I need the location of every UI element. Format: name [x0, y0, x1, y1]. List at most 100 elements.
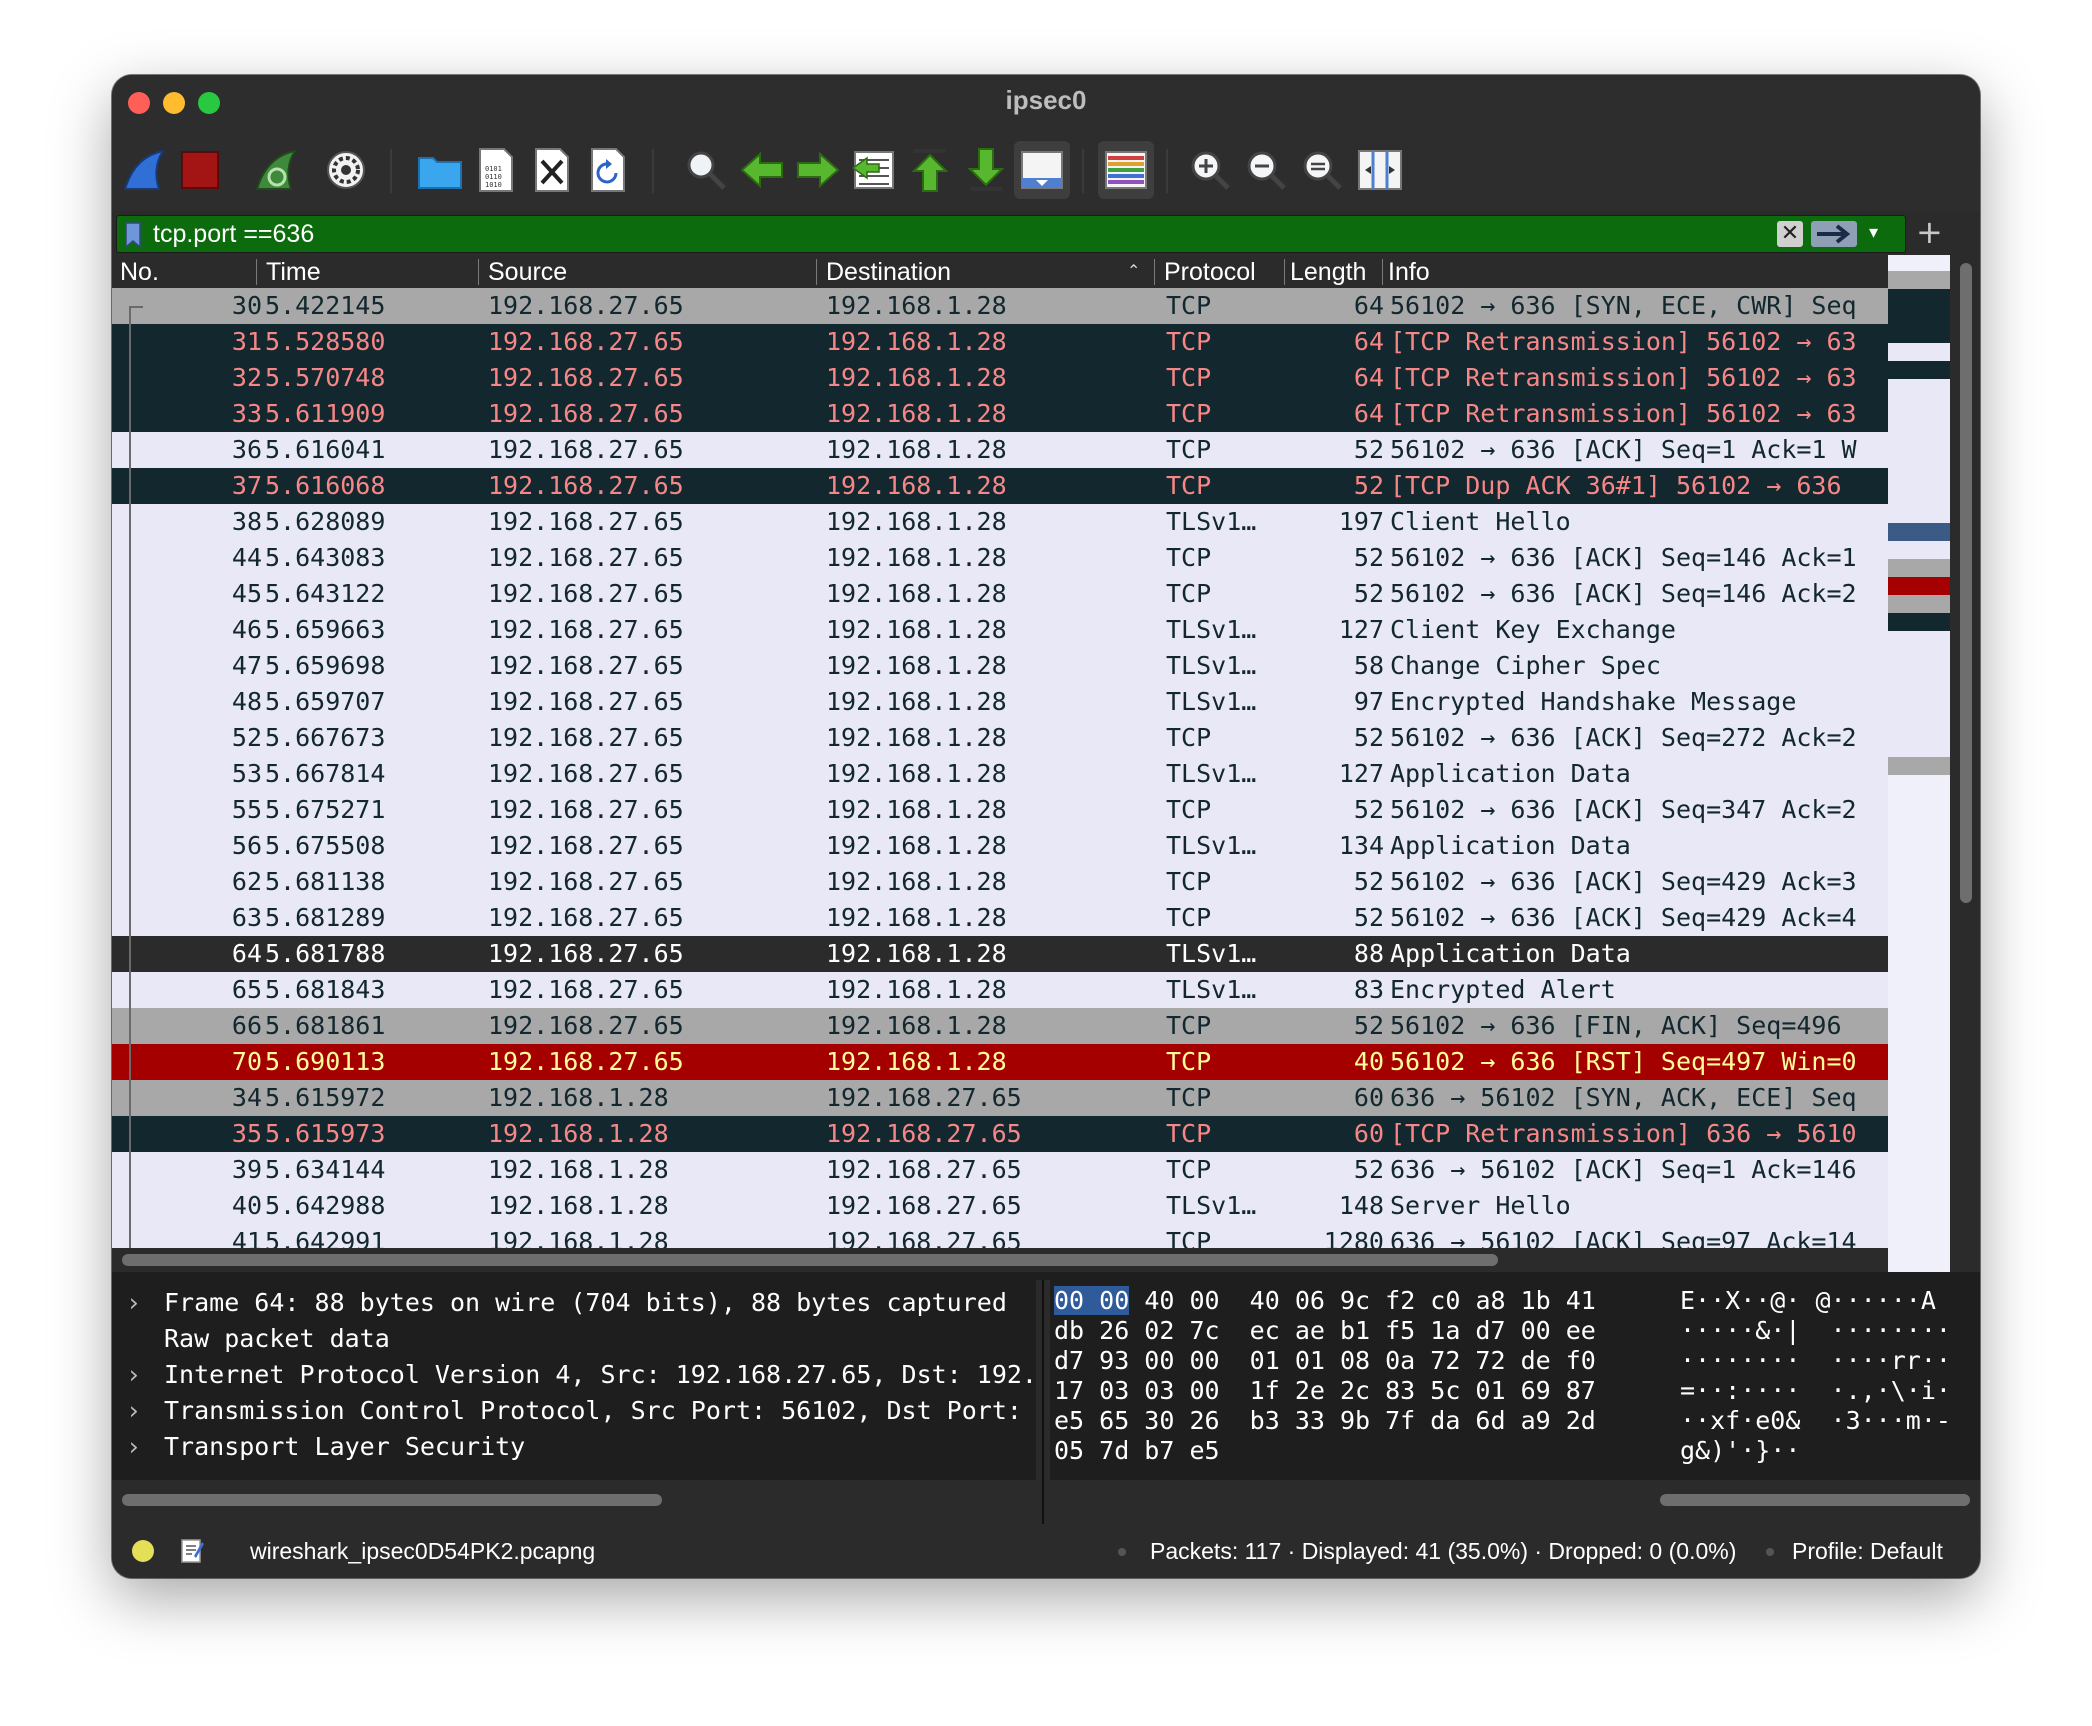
minimap-segment	[1888, 631, 1950, 757]
packet-cell-proto: TCP	[1166, 1011, 1212, 1040]
packet-cell-src: 192.168.27.65	[488, 615, 684, 644]
packet-row[interactable]: 62 5.681138 192.168.27.65 192.168.1.28 TCP 52…	[112, 864, 1888, 900]
details-bytes-splitter[interactable]	[1036, 1280, 1050, 1524]
column-source[interactable]: Source	[488, 258, 567, 287]
packet-cell-no: 55	[231, 795, 262, 824]
packet-list-horizontal-scrollbar[interactable]	[112, 1248, 1888, 1272]
filter-history-dropdown[interactable]: ▾	[1869, 222, 1878, 243]
add-filter-button[interactable]: +	[1916, 213, 1943, 251]
packet-row[interactable]: 37 5.616068 192.168.27.65 192.168.1.28 TCP 52…	[112, 468, 1888, 504]
packet-row[interactable]: 45 5.643122 192.168.27.65 192.168.1.28 TCP 52…	[112, 576, 1888, 612]
packet-row[interactable]: 56 5.675508 192.168.27.65 192.168.1.28 TLSv1…	[112, 828, 1888, 864]
go-to-packet-button[interactable]	[846, 141, 902, 199]
packet-row[interactable]: 36 5.616041 192.168.27.65 192.168.1.28 TCP 52…	[112, 432, 1888, 468]
details-scroll-thumb[interactable]	[122, 1494, 662, 1506]
capture-comment-icon[interactable]	[180, 1536, 204, 1570]
clear-filter-button[interactable]: ✕	[1777, 221, 1803, 247]
apply-filter-button[interactable]	[1811, 221, 1857, 247]
expand-chevron-icon[interactable]: ›	[126, 1396, 141, 1425]
packet-row[interactable]: 39 5.634144 192.168.1.28 192.168.27.65 TCP 52…	[112, 1152, 1888, 1188]
packet-cell-no: 45	[231, 579, 262, 608]
column-time[interactable]: Time	[266, 258, 321, 287]
packet-row[interactable]: 33 5.611909 192.168.27.65 192.168.1.28 TCP 64…	[112, 396, 1888, 432]
close-file-button[interactable]	[524, 141, 580, 199]
configuration-profile[interactable]: Profile: Default	[1792, 1538, 1943, 1565]
packet-row[interactable]: 34 5.615972 192.168.1.28 192.168.27.65 TCP 60…	[112, 1080, 1888, 1116]
display-filter-input[interactable]: tcp.port ==636 ✕ ▾	[116, 215, 1906, 253]
arrow-left-icon	[740, 152, 783, 188]
packet-row[interactable]: 38 5.628089 192.168.27.65 192.168.1.28 TLSv1…	[112, 504, 1888, 540]
wireshark-window: ipsec0 0101 0110 1010 tcp.port ==636 ✕ ▾…	[112, 75, 1980, 1578]
packet-row[interactable]: 63 5.681289 192.168.27.65 192.168.1.28 TCP 52…	[112, 900, 1888, 936]
save-file-button[interactable]: 0101 0110 1010	[468, 141, 524, 199]
packet-row[interactable]: 47 5.659698 192.168.27.65 192.168.1.28 TLSv1…	[112, 648, 1888, 684]
column-no[interactable]: No.	[120, 258, 159, 287]
bytes-scroll-thumb[interactable]	[1660, 1494, 1970, 1506]
expert-info-led-icon[interactable]	[132, 1540, 154, 1562]
packet-row[interactable]: 35 5.615973 192.168.1.28 192.168.27.65 TCP 60…	[112, 1116, 1888, 1152]
packet-row[interactable]: 31 5.528580 192.168.27.65 192.168.1.28 TCP 64…	[112, 324, 1888, 360]
display-filter-bar: tcp.port ==636 ✕ ▾ +	[112, 211, 1980, 255]
pane-splitter[interactable]	[112, 1272, 1980, 1280]
packet-row[interactable]: 55 5.675271 192.168.27.65 192.168.1.28 TCP 52…	[112, 792, 1888, 828]
packet-minimap[interactable]	[1888, 255, 1950, 1328]
packet-cell-src: 192.168.27.65	[488, 687, 684, 716]
packet-row[interactable]: 52 5.667673 192.168.27.65 192.168.1.28 TCP 52…	[112, 720, 1888, 756]
colorize-button[interactable]	[1098, 141, 1154, 199]
auto-scroll-button[interactable]	[1014, 141, 1070, 199]
column-length[interactable]: Length	[1290, 258, 1366, 287]
packet-row[interactable]: 70 5.690113 192.168.27.65 192.168.1.28 TCP 40…	[112, 1044, 1888, 1080]
packet-row[interactable]: 53 5.667814 192.168.27.65 192.168.1.28 TLSv1…	[112, 756, 1888, 792]
packet-cell-len: 64	[1353, 327, 1384, 356]
resize-columns-button[interactable]	[1352, 141, 1408, 199]
bytes-horizontal-scrollbar[interactable]	[1050, 1480, 1980, 1524]
go-forward-button[interactable]	[790, 141, 846, 199]
bookmark-icon[interactable]	[123, 222, 143, 248]
open-file-button[interactable]	[412, 141, 468, 199]
packet-row[interactable]: 66 5.681861 192.168.27.65 192.168.1.28 TCP 52…	[112, 1008, 1888, 1044]
expand-chevron-icon[interactable]: ›	[126, 1360, 141, 1389]
packet-cell-proto: TCP	[1166, 1155, 1212, 1184]
packet-row[interactable]: 30 5.422145 192.168.27.65 192.168.1.28 TCP 64…	[112, 288, 1888, 324]
horizontal-scroll-thumb[interactable]	[122, 1254, 1498, 1266]
details-horizontal-scrollbar[interactable]	[112, 1480, 1036, 1524]
display-filter-text[interactable]: tcp.port ==636	[153, 220, 314, 249]
zoom-out-button[interactable]	[1238, 141, 1294, 199]
expand-chevron-icon[interactable]: ›	[126, 1288, 141, 1317]
expand-chevron-icon[interactable]: ›	[126, 1432, 141, 1461]
first-packet-button[interactable]	[902, 141, 958, 199]
ascii-dump: =··:···· ·.,·\·i·	[1680, 1376, 1951, 1405]
column-destination[interactable]: Destination	[826, 258, 951, 287]
arrow-right-icon	[797, 152, 840, 188]
packet-cell-proto: TLSv1…	[1166, 759, 1257, 788]
start-capture-button[interactable]	[116, 141, 172, 199]
reload-file-button[interactable]	[580, 141, 636, 199]
packet-row[interactable]: 48 5.659707 192.168.27.65 192.168.1.28 TLSv1…	[112, 684, 1888, 720]
hex-bytes: d7 93 00 00 01 01 08 0a 72 72 de f0	[1054, 1346, 1596, 1375]
find-packet-button[interactable]	[678, 141, 734, 199]
packet-row[interactable]: 32 5.570748 192.168.27.65 192.168.1.28 TCP 64…	[112, 360, 1888, 396]
packet-row[interactable]: 46 5.659663 192.168.27.65 192.168.1.28 TLSv1…	[112, 612, 1888, 648]
packet-row[interactable]: 64 5.681788 192.168.27.65 192.168.1.28 TLSv1…	[112, 936, 1888, 972]
capture-file-name: wireshark_ipsec0D54PK2.pcapng	[250, 1538, 596, 1564]
go-to-packet-icon	[851, 151, 894, 189]
capture-options-button[interactable]	[318, 141, 374, 199]
arrow-down-to-bottom-icon	[967, 148, 1005, 191]
packet-row[interactable]: 40 5.642988 192.168.1.28 192.168.27.65 TLSv1…	[112, 1188, 1888, 1224]
go-back-button[interactable]	[734, 141, 790, 199]
packet-list-vertical-scrollbar[interactable]	[1950, 255, 1980, 1328]
stop-capture-button[interactable]	[172, 141, 228, 199]
vertical-scroll-thumb[interactable]	[1960, 263, 1972, 903]
last-packet-button[interactable]	[958, 141, 1014, 199]
zoom-in-button[interactable]	[1182, 141, 1238, 199]
normal-size-button[interactable]	[1294, 141, 1350, 199]
restart-capture-button[interactable]	[248, 141, 304, 199]
packet-row[interactable]: 44 5.643083 192.168.27.65 192.168.1.28 TCP 52…	[112, 540, 1888, 576]
column-info[interactable]: Info	[1388, 258, 1430, 287]
packet-cell-dst: 192.168.1.28	[826, 435, 1007, 464]
packet-cell-len: 52	[1353, 1011, 1384, 1040]
packet-cell-src: 192.168.27.65	[488, 831, 684, 860]
packet-cell-info: 636 → 56102 [SYN, ACK, ECE] Seq	[1390, 1083, 1857, 1112]
packet-row[interactable]: 65 5.681843 192.168.27.65 192.168.1.28 TLSv1…	[112, 972, 1888, 1008]
column-protocol[interactable]: Protocol	[1164, 258, 1256, 287]
